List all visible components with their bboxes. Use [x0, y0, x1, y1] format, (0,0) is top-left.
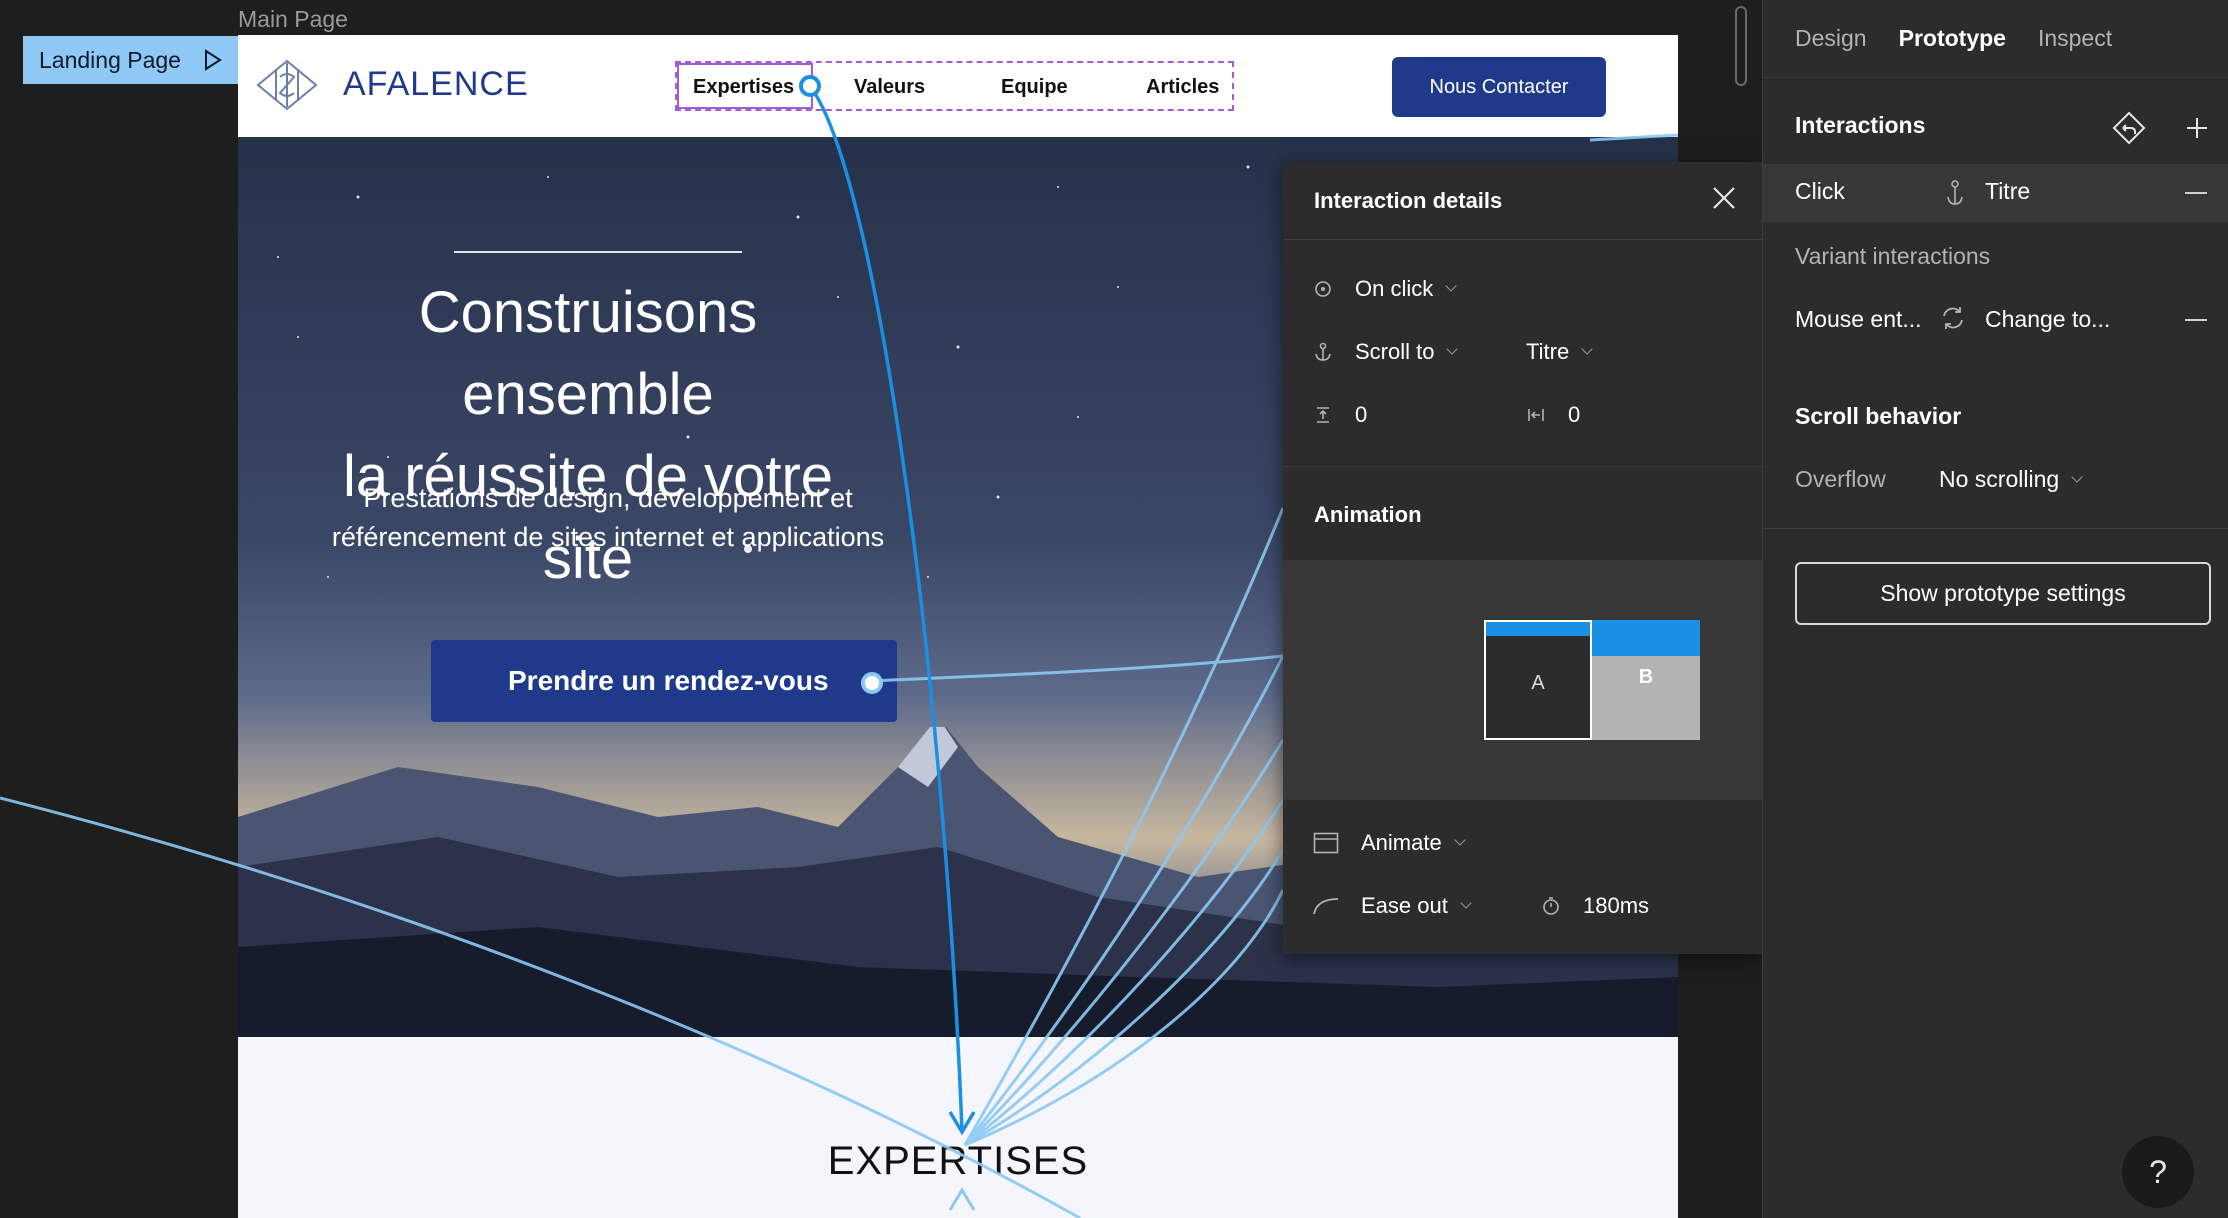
preview-box-a: A [1484, 620, 1592, 740]
brand-name[interactable]: AFALENCE [343, 65, 529, 104]
hero-subtitle-line-2: référencement de sites internet et appli… [331, 522, 885, 552]
duration-value: 180ms [1583, 893, 1650, 918]
horizontal-offset-icon [1528, 409, 1544, 421]
hero-subtitle[interactable]: Prestations de design, développement et … [318, 479, 898, 557]
preview-box-b: B [1592, 620, 1700, 740]
interaction-details-title: Interaction details [1283, 162, 1762, 240]
flow-return-icon[interactable] [2111, 110, 2147, 146]
play-icon[interactable] [203, 49, 223, 71]
offset-y-value: 0 [1355, 402, 1368, 427]
chevron-down-icon [1581, 343, 1593, 355]
nav-link-articles[interactable]: Articles [1146, 76, 1219, 99]
animation-type-value: Animate [1361, 830, 1442, 855]
divider [1763, 528, 2228, 529]
design-canvas[interactable]: Main Page Landing Page AFALENCE Expertis… [0, 0, 1762, 1218]
animate-icon [1313, 832, 1339, 854]
nav-link-expertises[interactable]: Expertises [693, 76, 794, 99]
remove-interaction-icon[interactable] [2185, 192, 2207, 194]
scroll-behavior-heading: Scroll behavior [1795, 403, 1962, 429]
afalence-logo-icon [256, 59, 318, 111]
duration-field[interactable]: 180ms [1541, 889, 1649, 923]
nav-link-equipe[interactable]: Equipe [1001, 76, 1068, 99]
expertises-section: EXPERTISES [238, 1037, 1678, 1218]
overflow-dropdown[interactable]: No scrolling [1939, 466, 2083, 493]
animation-preview: A B [1283, 560, 1762, 800]
preview-bar-a [1486, 622, 1590, 636]
preview-label-b: B [1638, 666, 1654, 688]
flow-start-label: Landing Page [39, 46, 181, 73]
trigger-value: On click [1355, 276, 1434, 301]
canvas-scrollbar[interactable] [1735, 6, 1747, 86]
variant-trigger: Mouse ent... [1795, 306, 1922, 332]
divider [1283, 466, 1762, 467]
interaction-row[interactable]: Click Titre [1763, 164, 2228, 222]
ease-curve-icon [1313, 898, 1339, 915]
offset-y-field[interactable]: 0 [1313, 398, 1367, 432]
interaction-details-panel: Interaction details On click Scroll to T… [1283, 162, 1762, 954]
offset-x-value: 0 [1568, 402, 1581, 427]
tab-inspect[interactable]: Inspect [2038, 25, 2112, 52]
variant-action: Change to... [1985, 306, 2111, 332]
interactions-heading: Interactions [1795, 112, 1926, 138]
anchor-icon [1947, 180, 1963, 205]
change-to-icon [1943, 307, 1963, 329]
frame-label[interactable]: Main Page [238, 6, 348, 33]
animation-heading: Animation [1314, 502, 1422, 527]
help-button[interactable]: ? [2122, 1136, 2194, 1208]
target-icon [1315, 281, 1331, 297]
action-value: Scroll to [1355, 339, 1435, 364]
tab-design[interactable]: Design [1795, 25, 1867, 52]
nav-links-group[interactable]: Expertises Valeurs Equipe Articles [675, 61, 1234, 111]
appointment-button[interactable]: Prendre un rendez-vous [431, 640, 897, 722]
close-icon[interactable] [1710, 184, 1738, 212]
interaction-trigger: Click [1795, 178, 1845, 204]
contact-button[interactable]: Nous Contacter [1392, 57, 1606, 117]
timer-icon [1543, 897, 1559, 915]
anchor-icon [1315, 342, 1331, 361]
overflow-label: Overflow [1795, 466, 1886, 492]
chevron-down-icon [1446, 343, 1459, 355]
preview-label-a: A [1531, 672, 1545, 694]
site-navbar: AFALENCE Expertises Valeurs Equipe Artic… [238, 35, 1678, 137]
hero-title-line-1: Construisons ensemble [418, 280, 758, 427]
destination-dropdown[interactable]: Titre [1526, 335, 1593, 369]
preview-bar-b [1592, 620, 1700, 656]
remove-variant-interaction-icon[interactable] [2185, 319, 2207, 321]
easing-value: Ease out [1361, 893, 1448, 918]
destination-value: Titre [1526, 339, 1570, 364]
hero-subtitle-line-1: Prestations de design, développement et [363, 483, 853, 513]
show-prototype-settings-button[interactable]: Show prototype settings [1795, 562, 2211, 625]
chevron-down-icon [2071, 470, 2083, 483]
variant-interactions-heading: Variant interactions [1795, 243, 1991, 269]
interaction-target: Titre [1985, 178, 2031, 204]
vertical-offset-icon [1317, 407, 1329, 423]
chevron-down-icon [1454, 834, 1466, 846]
expertises-title[interactable]: EXPERTISES [238, 1139, 1678, 1184]
action-dropdown[interactable]: Scroll to [1313, 335, 1459, 369]
tab-prototype[interactable]: Prototype [1899, 25, 2006, 52]
panel-tabs: Design Prototype Inspect [1763, 0, 2228, 78]
chevron-down-icon [1460, 897, 1472, 909]
nav-link-valeurs[interactable]: Valeurs [854, 76, 925, 99]
overflow-value: No scrolling [1939, 466, 2060, 492]
flow-starting-point[interactable]: Landing Page [23, 36, 239, 84]
trigger-dropdown[interactable]: On click [1313, 272, 1457, 306]
hero-divider-line [454, 251, 742, 253]
chevron-down-icon [1445, 280, 1457, 292]
easing-dropdown[interactable]: Ease out [1313, 889, 1472, 923]
variant-interaction-row[interactable]: Mouse ent... Change to... [1763, 296, 2228, 344]
animation-type-dropdown[interactable]: Animate [1313, 826, 1466, 860]
add-interaction-icon[interactable] [2185, 116, 2209, 140]
prototype-properties-panel: Design Prototype Inspect Interactions Cl… [1762, 0, 2228, 1218]
offset-x-field[interactable]: 0 [1526, 398, 1580, 432]
